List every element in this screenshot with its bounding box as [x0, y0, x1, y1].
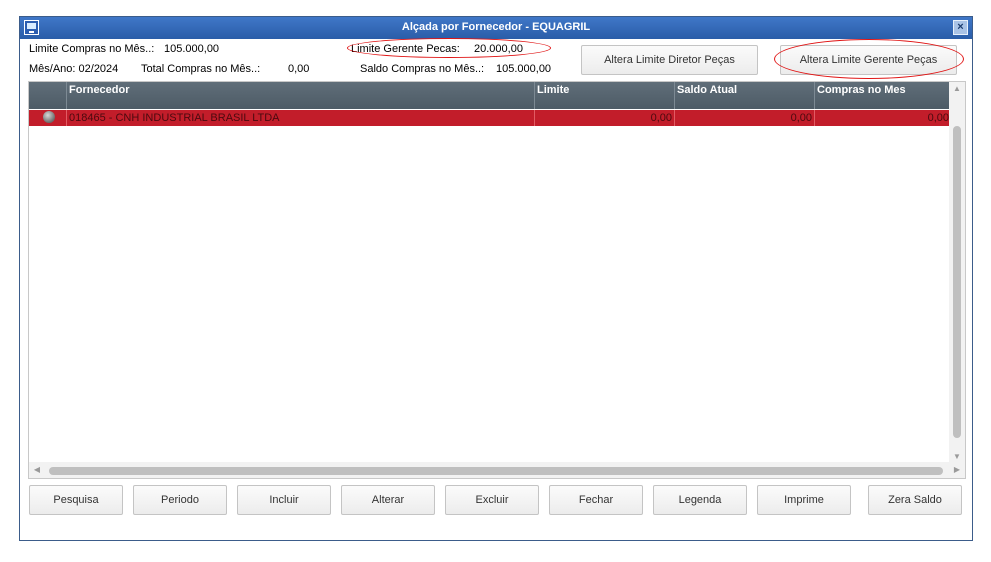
- horizontal-scroll-thumb[interactable]: [49, 467, 943, 475]
- altera-limite-diretor-button[interactable]: Altera Limite Diretor Peças: [581, 45, 758, 75]
- limite-gerente-value: 20.000,00: [474, 43, 523, 55]
- excluir-button[interactable]: Excluir: [445, 485, 539, 515]
- limite-compras-value: 105.000,00: [164, 43, 220, 55]
- scroll-right-icon[interactable]: ▶: [949, 465, 965, 474]
- cell-limite: 0,00: [534, 110, 674, 126]
- mes-ano-label: Mês/Ano: 02/2024: [29, 63, 119, 75]
- window-title: Alçada por Fornecedor - EQUAGRIL: [401, 21, 591, 33]
- zera-saldo-button[interactable]: Zera Saldo: [868, 485, 962, 515]
- limite-compras-label: Limite Compras no Mês..:: [29, 43, 155, 55]
- incluir-button[interactable]: Incluir: [237, 485, 331, 515]
- vertical-scrollbar[interactable]: ▲ ▼: [949, 82, 965, 463]
- status-legend-icon: [43, 111, 55, 123]
- pesquisa-button[interactable]: Pesquisa: [29, 485, 123, 515]
- fechar-button[interactable]: Fechar: [549, 485, 643, 515]
- header-saldo-atual[interactable]: Saldo Atual: [674, 82, 814, 109]
- scroll-up-icon[interactable]: ▲: [949, 84, 965, 93]
- limite-gerente-label: Limite Gerente Pecas:: [351, 43, 460, 55]
- cell-saldo-atual: 0,00: [674, 110, 814, 126]
- alterar-button[interactable]: Alterar: [341, 485, 435, 515]
- legenda-button[interactable]: Legenda: [653, 485, 747, 515]
- saldo-compras-value: 105.000,00: [496, 63, 552, 75]
- close-icon[interactable]: ×: [953, 20, 968, 35]
- cell-fornecedor: 018465 - CNH INDUSTRIAL BRASIL LTDA: [66, 110, 534, 126]
- title-bar[interactable]: Alçada por Fornecedor - EQUAGRIL ×: [20, 17, 972, 39]
- grid-header: Fornecedor Limite Saldo Atual Compras no…: [29, 82, 951, 109]
- total-compras-value: 0,00: [288, 63, 310, 75]
- header-fornecedor[interactable]: Fornecedor: [66, 82, 534, 109]
- scroll-left-icon[interactable]: ◀: [29, 465, 45, 474]
- imprime-button[interactable]: Imprime: [757, 485, 851, 515]
- header-compras-mes[interactable]: Compras no Mes: [814, 82, 951, 109]
- alcada-window: Alçada por Fornecedor - EQUAGRIL × Limit…: [19, 16, 973, 541]
- total-compras-label: Total Compras no Mês..:: [141, 63, 261, 75]
- row-status-cell: [29, 110, 66, 126]
- horizontal-scrollbar[interactable]: ◀ ▶: [29, 462, 965, 478]
- scroll-down-icon[interactable]: ▼: [949, 452, 965, 461]
- saldo-compras-label: Saldo Compras no Mês..:: [360, 63, 485, 75]
- header-status-col: [29, 82, 66, 109]
- table-row[interactable]: 018465 - CNH INDUSTRIAL BRASIL LTDA 0,00…: [29, 110, 951, 126]
- periodo-button[interactable]: Periodo: [133, 485, 227, 515]
- header-limite[interactable]: Limite: [534, 82, 674, 109]
- cell-compras-mes: 0,00: [814, 110, 951, 126]
- altera-limite-gerente-button[interactable]: Altera Limite Gerente Peças: [780, 45, 957, 75]
- vertical-scroll-thumb[interactable]: [953, 126, 961, 438]
- fornecedor-grid[interactable]: Fornecedor Limite Saldo Atual Compras no…: [28, 81, 966, 479]
